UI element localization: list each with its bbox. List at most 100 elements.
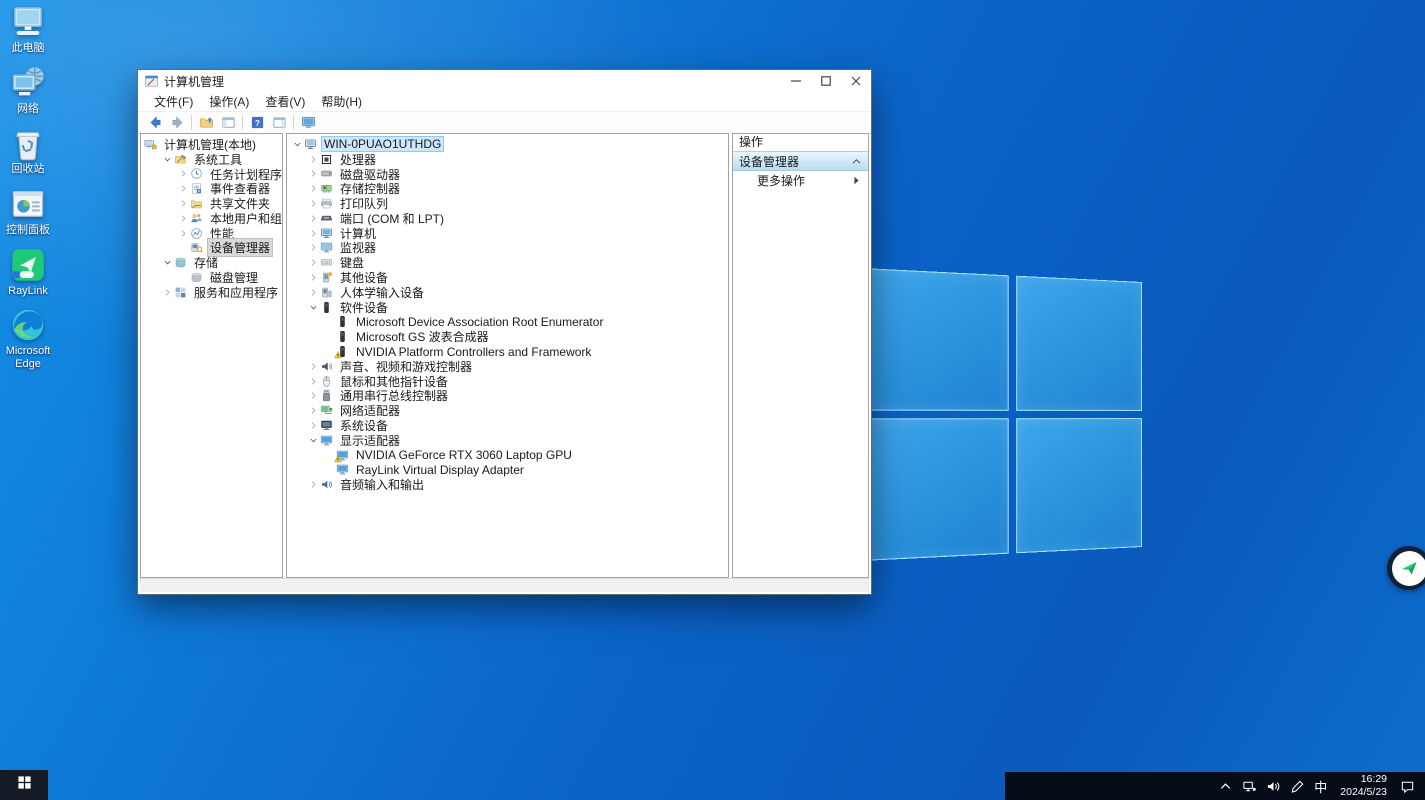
console-tree-item[interactable]: 系统工具 <box>141 152 282 167</box>
close-button[interactable] <box>841 70 871 92</box>
tray-date: 2024/5/23 <box>1340 786 1387 799</box>
expander-icon[interactable] <box>306 362 320 371</box>
audio-io-icon <box>320 478 334 491</box>
device-tree-item[interactable]: WIN-0PUAO1UTHDG <box>287 137 728 152</box>
console-tree-item[interactable]: 本地用户和组 <box>141 211 282 226</box>
expander-icon[interactable] <box>176 229 190 238</box>
device-tree-item[interactable]: 处理器 <box>287 152 728 167</box>
help-button[interactable]: ? <box>246 113 268 132</box>
expander-icon[interactable] <box>176 184 190 193</box>
device-tree-item[interactable]: Microsoft GS 波表合成器 <box>287 329 728 344</box>
recycle-bin-icon <box>10 125 46 161</box>
expander-icon[interactable] <box>306 184 320 193</box>
console-tree-item[interactable]: 任务计划程序 <box>141 167 282 182</box>
device-tree-item[interactable]: 显示适配器 <box>287 433 728 448</box>
forward-arrow-button[interactable] <box>166 113 188 132</box>
device-tree-item[interactable]: NVIDIA GeForce RTX 3060 Laptop GPU <box>287 448 728 463</box>
expander-icon[interactable] <box>176 169 190 178</box>
taskbar-clock[interactable]: 16:29 2024/5/23 <box>1340 773 1387 799</box>
device-tree-item[interactable]: ? 其他设备 <box>287 270 728 285</box>
expander-icon[interactable] <box>306 377 320 386</box>
expander-icon[interactable] <box>176 214 190 223</box>
hidden-icons-chevron-icon[interactable] <box>1218 779 1233 794</box>
expander-icon[interactable] <box>306 199 320 208</box>
titlebar[interactable]: 计算机管理 <box>138 70 871 92</box>
raylink-floating-button[interactable] <box>1387 546 1425 590</box>
action-center-icon[interactable] <box>1400 779 1415 794</box>
console-tree-item[interactable]: 存储 <box>141 255 282 270</box>
expander-icon[interactable] <box>306 421 320 430</box>
more-actions-item[interactable]: 更多操作 <box>733 171 868 189</box>
console-tree-item[interactable]: 事件查看器 <box>141 181 282 196</box>
expander-icon[interactable] <box>306 243 320 252</box>
software-device-icon <box>336 345 350 358</box>
monitor-button[interactable] <box>297 113 319 132</box>
console-tree-item[interactable]: 计算机管理(本地) <box>141 137 282 152</box>
maximize-button[interactable] <box>811 70 841 92</box>
device-tree-item[interactable]: 通用串行总线控制器 <box>287 389 728 404</box>
volume-icon[interactable] <box>1266 779 1281 794</box>
menu-item[interactable]: 操作(A) <box>201 93 257 110</box>
expander-icon[interactable] <box>306 258 320 267</box>
expander-icon[interactable] <box>306 391 320 400</box>
device-tree-item[interactable]: 人体学输入设备 <box>287 285 728 300</box>
desktop-icon-this-pc[interactable]: 此电脑 <box>0 4 56 55</box>
network-tray-icon[interactable] <box>1242 779 1257 794</box>
device-tree-item[interactable]: 键盘 <box>287 255 728 270</box>
console-tree-item[interactable]: 设备管理器 <box>141 241 282 256</box>
device-tree-item[interactable]: 端口 (COM 和 LPT) <box>287 211 728 226</box>
folder-up-button[interactable] <box>195 113 217 132</box>
actions-group-device-manager[interactable]: 设备管理器 <box>733 152 868 171</box>
menu-item[interactable]: 查看(V) <box>257 93 313 110</box>
expander-icon[interactable] <box>290 140 304 149</box>
console-window-button[interactable] <box>217 113 239 132</box>
expander-icon[interactable] <box>306 155 320 164</box>
menu-item[interactable]: 文件(F) <box>146 93 201 110</box>
device-tree-item[interactable]: 磁盘驱动器 <box>287 167 728 182</box>
device-tree-item[interactable]: 系统设备 <box>287 418 728 433</box>
desktop-icon-edge[interactable]: Microsoft Edge <box>0 307 56 370</box>
console-tree-item[interactable]: 共享文件夹 <box>141 196 282 211</box>
desktop-icon-recycle-bin[interactable]: 回收站 <box>0 125 56 176</box>
console-tree-item[interactable]: 性能 <box>141 226 282 241</box>
ime-indicator[interactable]: 中 <box>1314 779 1327 794</box>
device-tree-item[interactable]: 监视器 <box>287 241 728 256</box>
device-tree-item[interactable]: 网络适配器 <box>287 403 728 418</box>
expander-icon[interactable] <box>306 480 320 489</box>
action-pane-button[interactable] <box>268 113 290 132</box>
start-button[interactable] <box>0 770 48 800</box>
expander-icon[interactable] <box>306 273 320 282</box>
expander-icon[interactable] <box>160 155 174 164</box>
device-tree-item[interactable]: 音频输入和输出 <box>287 477 728 492</box>
minimize-button[interactable] <box>781 70 811 92</box>
expander-icon[interactable] <box>306 288 320 297</box>
pen-icon[interactable] <box>1290 779 1305 794</box>
console-tree-item[interactable]: 磁盘管理 <box>141 270 282 285</box>
tree-item-label: Microsoft GS 波表合成器 <box>354 328 491 345</box>
device-tree-item[interactable]: 声音、视频和游戏控制器 <box>287 359 728 374</box>
expander-icon[interactable] <box>306 406 320 415</box>
chevron-up-icon[interactable] <box>851 156 862 167</box>
expander-icon[interactable] <box>176 199 190 208</box>
device-tree-item[interactable]: Microsoft Device Association Root Enumer… <box>287 315 728 330</box>
back-arrow-button[interactable] <box>144 113 166 132</box>
expander-icon[interactable] <box>306 436 320 445</box>
desktop-icon-control-panel[interactable]: 控制面板 <box>0 186 56 237</box>
device-tree-item[interactable]: 鼠标和其他指针设备 <box>287 374 728 389</box>
device-tree-item[interactable]: 计算机 <box>287 226 728 241</box>
device-tree-item[interactable]: 软件设备 <box>287 300 728 315</box>
expander-icon[interactable] <box>306 229 320 238</box>
console-tree-item[interactable]: 服务和应用程序 <box>141 285 282 300</box>
desktop-icon-raylink[interactable]: RayLink <box>0 247 56 298</box>
expander-icon[interactable] <box>306 303 320 312</box>
expander-icon[interactable] <box>160 288 174 297</box>
device-tree-item[interactable]: 存储控制器 <box>287 181 728 196</box>
menu-item[interactable]: 帮助(H) <box>313 93 370 110</box>
device-tree-item[interactable]: RayLink Virtual Display Adapter <box>287 463 728 478</box>
expander-icon[interactable] <box>306 169 320 178</box>
desktop-icon-network[interactable]: 网络 <box>0 65 56 116</box>
expander-icon[interactable] <box>160 258 174 267</box>
device-tree-item[interactable]: NVIDIA Platform Controllers and Framewor… <box>287 344 728 359</box>
device-tree-item[interactable]: 打印队列 <box>287 196 728 211</box>
expander-icon[interactable] <box>306 214 320 223</box>
